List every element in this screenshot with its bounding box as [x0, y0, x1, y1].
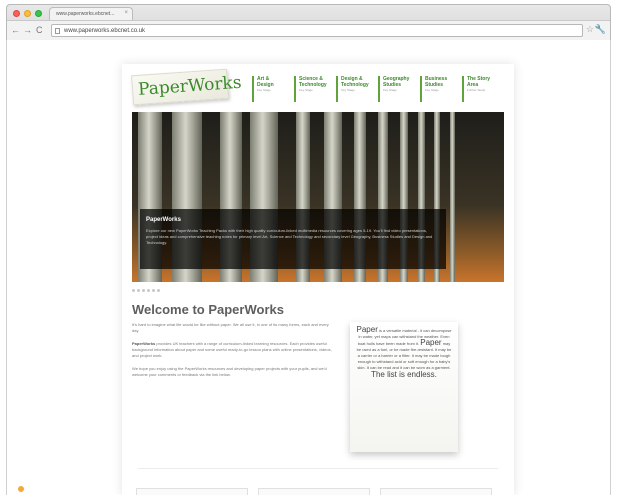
back-icon[interactable]: ←: [11, 25, 20, 35]
nav-sub: Further Study: [467, 88, 486, 92]
footer-panel[interactable]: [258, 488, 370, 495]
site-logo[interactable]: PaperWorks: [131, 68, 242, 106]
browser-tab[interactable]: www.paperworks.ebcnet... ×: [49, 7, 133, 20]
intro-paragraph: It's hard to imagine what life would be …: [132, 322, 329, 333]
footer-panel[interactable]: [136, 488, 248, 495]
nav-item-geography[interactable]: Geography Studies Key Stage: [378, 76, 420, 102]
hero-text: Explore our new PaperWorks Teaching Pack…: [146, 228, 433, 245]
divider: [138, 468, 498, 469]
minimize-window-button[interactable]: [24, 10, 31, 17]
cursor-indicator: [18, 486, 24, 492]
nav-item-business-studies[interactable]: Business Studies Key Stage: [420, 76, 462, 102]
nav-item-science-technology[interactable]: Science & Technology Key Stage: [294, 76, 336, 102]
slideshow-pager: [132, 289, 160, 292]
nav-sub: Key Stage: [257, 88, 271, 92]
browser-toolbar: ← → C www.paperworks.ebcnet.co.uk ☆ 🔧: [7, 20, 610, 40]
nav-item-design-technology[interactable]: Design & Technology Key Stage: [336, 76, 378, 102]
zoom-window-button[interactable]: [35, 10, 42, 17]
footer-panel[interactable]: [380, 488, 492, 495]
page-title: Welcome to PaperWorks: [132, 302, 284, 317]
hero-banner-image[interactable]: PaperWorks Explore our new PaperWorks Te…: [132, 112, 504, 282]
tab-title: www.paperworks.ebcnet...: [56, 11, 115, 17]
nav-sub: Key Stage: [299, 88, 313, 92]
slide-dot[interactable]: [157, 289, 160, 292]
paper-note-closing: The list is endless.: [371, 370, 437, 379]
nav-sub: Key Stage: [383, 88, 397, 92]
footer-panels: [136, 488, 492, 495]
intro-text: It's hard to imagine what life would be …: [132, 322, 337, 385]
main-nav: Art & Design Key Stage Science & Technol…: [252, 76, 504, 102]
intro-paragraph: PaperWorks provides UK teachers with a r…: [132, 341, 332, 358]
slide-dot[interactable]: [132, 289, 135, 292]
close-window-button[interactable]: [13, 10, 20, 17]
address-bar[interactable]: www.paperworks.ebcnet.co.uk: [51, 24, 583, 37]
reload-icon[interactable]: C: [36, 25, 43, 35]
tab-close-icon[interactable]: ×: [124, 10, 128, 17]
nav-item-art-design[interactable]: Art & Design Key Stage: [252, 76, 294, 102]
slide-dot[interactable]: [152, 289, 155, 292]
window-controls: [13, 10, 42, 17]
paper-word: Paper: [420, 338, 442, 347]
forward-icon[interactable]: →: [23, 25, 32, 35]
nav-sub: Key Stage: [341, 88, 355, 92]
hero-title: PaperWorks: [146, 217, 181, 223]
slide-dot[interactable]: [147, 289, 150, 292]
settings-wrench-icon[interactable]: 🔧: [595, 24, 606, 34]
slide-dot[interactable]: [137, 289, 140, 292]
nav-sub: Key Stage: [425, 88, 439, 92]
slide-dot[interactable]: [142, 289, 145, 292]
bookmark-star-icon[interactable]: ☆: [586, 24, 594, 34]
hero-caption: PaperWorks Explore our new PaperWorks Te…: [140, 209, 446, 269]
paper-facts-note: Paper is a versatile material - it can d…: [350, 322, 458, 452]
browser-window: www.paperworks.ebcnet... × ← → C www.pap…: [6, 4, 611, 40]
nav-item-story-area[interactable]: The Story Area Further Study: [462, 76, 504, 102]
intro-paragraph: We hope you enjoy using the PaperWorks r…: [132, 366, 327, 377]
page-icon: [55, 28, 60, 34]
site-container: PaperWorks Art & Design Key Stage Scienc…: [122, 64, 514, 495]
paper-word: Paper: [356, 325, 378, 334]
url-text: www.paperworks.ebcnet.co.uk: [64, 28, 146, 34]
tree-trunk: [450, 112, 455, 282]
